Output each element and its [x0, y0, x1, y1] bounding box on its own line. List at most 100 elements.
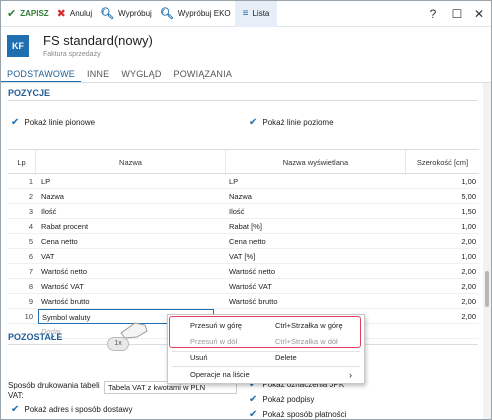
cell-width[interactable]: 1,00	[406, 249, 479, 264]
cell-name[interactable]: Wartość brutto	[38, 294, 214, 309]
menu-item-label: Usuń	[190, 353, 208, 362]
document-badge: KF	[7, 35, 29, 57]
close-window-button[interactable]: ✕	[466, 1, 491, 27]
checkmark-icon: ✔	[11, 117, 20, 128]
cell-display-name[interactable]: Cena netto	[229, 234, 405, 249]
chevron-right-icon: ›	[349, 370, 352, 380]
section-divider	[8, 100, 478, 101]
menu-item-shortcut: Delete	[275, 353, 297, 362]
checkmark-icon: ✔	[249, 394, 258, 405]
cell-display-name[interactable]: Ilość	[229, 204, 405, 219]
cell-display-name[interactable]: VAT [%]	[229, 249, 405, 264]
highlight-frame	[169, 316, 361, 348]
check-icon: ✔	[7, 8, 17, 20]
vertical-scrollbar[interactable]	[483, 83, 491, 419]
show-horizontal-lines-label: Pokaż linie poziome	[262, 118, 334, 127]
cell-name[interactable]: LP	[38, 174, 214, 189]
table-row[interactable]: 2 Nazwa Nazwa 5,00	[8, 189, 479, 204]
list-label: Lista	[252, 9, 270, 18]
cell-width[interactable]: 2,00	[406, 294, 479, 309]
cell-width[interactable]: 5,00	[406, 189, 479, 204]
cell-name[interactable]: Ilość	[38, 204, 214, 219]
page-title: FS standard(nowy)	[43, 33, 153, 48]
show-payment-checkbox[interactable]: ✔ Pokaż sposób płatności	[249, 409, 346, 420]
checkmark-icon: ✔	[249, 117, 258, 128]
list-button[interactable]: ≡ Lista	[234, 1, 278, 27]
menu-separator	[172, 366, 360, 367]
cell-lp: 10	[24, 312, 33, 321]
cell-lp: 9	[28, 297, 33, 306]
menu-item-delete[interactable]: Usuń Delete	[168, 351, 364, 365]
cell-width[interactable]: 2,00	[406, 309, 479, 324]
column-header-width[interactable]: Szerokość [cm]	[406, 150, 479, 175]
cell-lp: 8	[28, 282, 33, 291]
cell-width[interactable]: 2,00	[406, 264, 479, 279]
close-icon: ✖	[56, 8, 66, 20]
column-header-display-name[interactable]: Nazwa wyświetlana	[226, 150, 406, 175]
table-row[interactable]: 3 Ilość Ilość 1,50	[8, 204, 479, 219]
search-icon: 🔍︎	[100, 8, 115, 20]
show-address-checkbox[interactable]: ✔ Pokaż adres i sposób dostawy	[11, 404, 132, 415]
tab-wyglad[interactable]: WYGLĄD	[115, 67, 167, 83]
table-row[interactable]: 6 VAT VAT [%] 1,00	[8, 249, 479, 264]
cancel-button[interactable]: ✖ Anuluj	[53, 1, 96, 27]
app-window: ✔ ZAPISZ ✖ Anuluj 🔍︎ Wypróbuj 🔍︎ Wypróbu…	[0, 0, 492, 420]
table-row[interactable]: 5 Cena netto Cena netto 2,00	[8, 234, 479, 249]
cell-name[interactable]: Wartość VAT	[38, 279, 214, 294]
checkmark-icon: ✔	[11, 404, 20, 415]
show-vertical-lines-label: Pokaż linie pionowe	[24, 118, 96, 127]
cell-lp: 7	[28, 267, 33, 276]
cell-display-name[interactable]: Wartość brutto	[229, 294, 405, 309]
search-icon: 🔍︎	[159, 8, 174, 20]
save-button[interactable]: ✔ ZAPISZ	[3, 1, 53, 27]
section-other-title: POZOSTAŁE	[8, 332, 63, 342]
cell-width[interactable]: 2,00	[406, 234, 479, 249]
cell-lp: 2	[28, 192, 33, 201]
cell-width[interactable]: 1,50	[406, 204, 479, 219]
cell-name[interactable]: Rabat procent	[38, 219, 214, 234]
table-row[interactable]: 9 Wartość brutto Wartość brutto 2,00	[8, 294, 479, 309]
document-header: KF FS standard(nowy) Faktura sprzedaży	[1, 28, 491, 66]
cell-display-name[interactable]: LP	[229, 174, 405, 189]
show-signatures-label: Pokaż podpisy	[262, 395, 315, 404]
show-horizontal-lines-checkbox[interactable]: ✔ Pokaż linie poziome	[249, 117, 334, 128]
checkmark-icon: ✔	[249, 409, 258, 420]
column-header-name[interactable]: Nazwa	[36, 150, 226, 175]
show-address-label: Pokaż adres i sposób dostawy	[24, 405, 133, 414]
column-header-lp[interactable]: Lp	[8, 150, 36, 175]
toolbar: ✔ ZAPISZ ✖ Anuluj 🔍︎ Wypróbuj 🔍︎ Wypróbu…	[1, 1, 491, 27]
page-subtitle: Faktura sprzedaży	[43, 51, 101, 58]
show-signatures-checkbox[interactable]: ✔ Pokaż podpisy	[249, 394, 314, 405]
table-row[interactable]: 8 Wartość VAT Wartość VAT 2,00	[8, 279, 479, 294]
table-row[interactable]: 1 LP LP 1,00	[8, 174, 479, 189]
cell-display-name[interactable]: Wartość netto	[229, 264, 405, 279]
try-eko-button[interactable]: 🔍︎ Wypróbuj EKO	[156, 1, 235, 27]
cell-display-name[interactable]: Nazwa	[229, 189, 405, 204]
cell-name[interactable]: Wartość netto	[38, 264, 214, 279]
section-positions-title: POZYCJE	[8, 88, 51, 98]
table-row[interactable]: 7 Wartość netto Wartość netto 2,00	[8, 264, 479, 279]
cell-width[interactable]: 2,00	[406, 279, 479, 294]
cell-width[interactable]: 1,00	[406, 174, 479, 189]
cell-lp: 6	[28, 252, 33, 261]
cell-width[interactable]: 1,00	[406, 219, 479, 234]
tab-powiazania[interactable]: POWIĄZANIA	[168, 67, 239, 83]
help-button[interactable]: ?	[420, 1, 446, 27]
try-button[interactable]: 🔍︎ Wypróbuj	[96, 1, 156, 27]
tab-inne[interactable]: INNE	[81, 67, 115, 83]
tab-podstawowe[interactable]: PODSTAWOWE	[1, 67, 81, 83]
click-count-badge: 1x	[107, 337, 129, 351]
cell-name[interactable]: Nazwa	[38, 189, 214, 204]
table-row[interactable]: 4 Rabat procent Rabat [%] 1,00	[8, 219, 479, 234]
show-vertical-lines-checkbox[interactable]: ✔ Pokaż linie pionowe	[11, 117, 95, 128]
cell-name[interactable]: VAT	[38, 249, 214, 264]
cell-name[interactable]: Cena netto	[38, 234, 214, 249]
cell-display-name[interactable]: Wartość VAT	[229, 279, 405, 294]
menu-icon: ≡	[242, 8, 249, 19]
cell-display-name[interactable]: Rabat [%]	[229, 219, 405, 234]
cell-lp: 1	[28, 177, 33, 186]
cancel-label: Anuluj	[69, 9, 93, 18]
save-label: ZAPISZ	[20, 9, 49, 18]
scrollbar-thumb[interactable]	[485, 271, 489, 307]
menu-item-list-operations[interactable]: Operacje na liście ›	[168, 368, 364, 382]
